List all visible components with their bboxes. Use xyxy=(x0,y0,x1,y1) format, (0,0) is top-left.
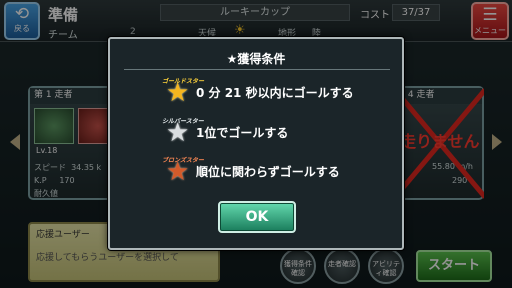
condition-bronze: ブロンズスター ★ 順位に関わらずゴールする xyxy=(160,155,396,185)
divider xyxy=(124,69,390,70)
condition-gold: ゴールドスター ★ 0 分 21 秒以内にゴールする xyxy=(160,76,396,106)
bronze-star-icon: ★ xyxy=(166,157,190,187)
condition-text: 1位でゴールする xyxy=(196,126,289,140)
gold-star-icon: ★ xyxy=(166,78,190,108)
condition-text: 順位に関わらずゴールする xyxy=(196,165,340,179)
condition-text: 0 分 21 秒以内にゴールする xyxy=(196,86,354,100)
condition-silver: シルバースター ★ 1位でゴールする xyxy=(160,116,396,146)
ok-button[interactable]: OK xyxy=(218,201,296,233)
dialog-title: ★獲得条件 xyxy=(226,52,286,66)
silver-star-icon: ★ xyxy=(166,118,190,148)
star-conditions-dialog: ★獲得条件 ゴールドスター ★ 0 分 21 秒以内にゴールする シルバースター… xyxy=(108,37,404,250)
